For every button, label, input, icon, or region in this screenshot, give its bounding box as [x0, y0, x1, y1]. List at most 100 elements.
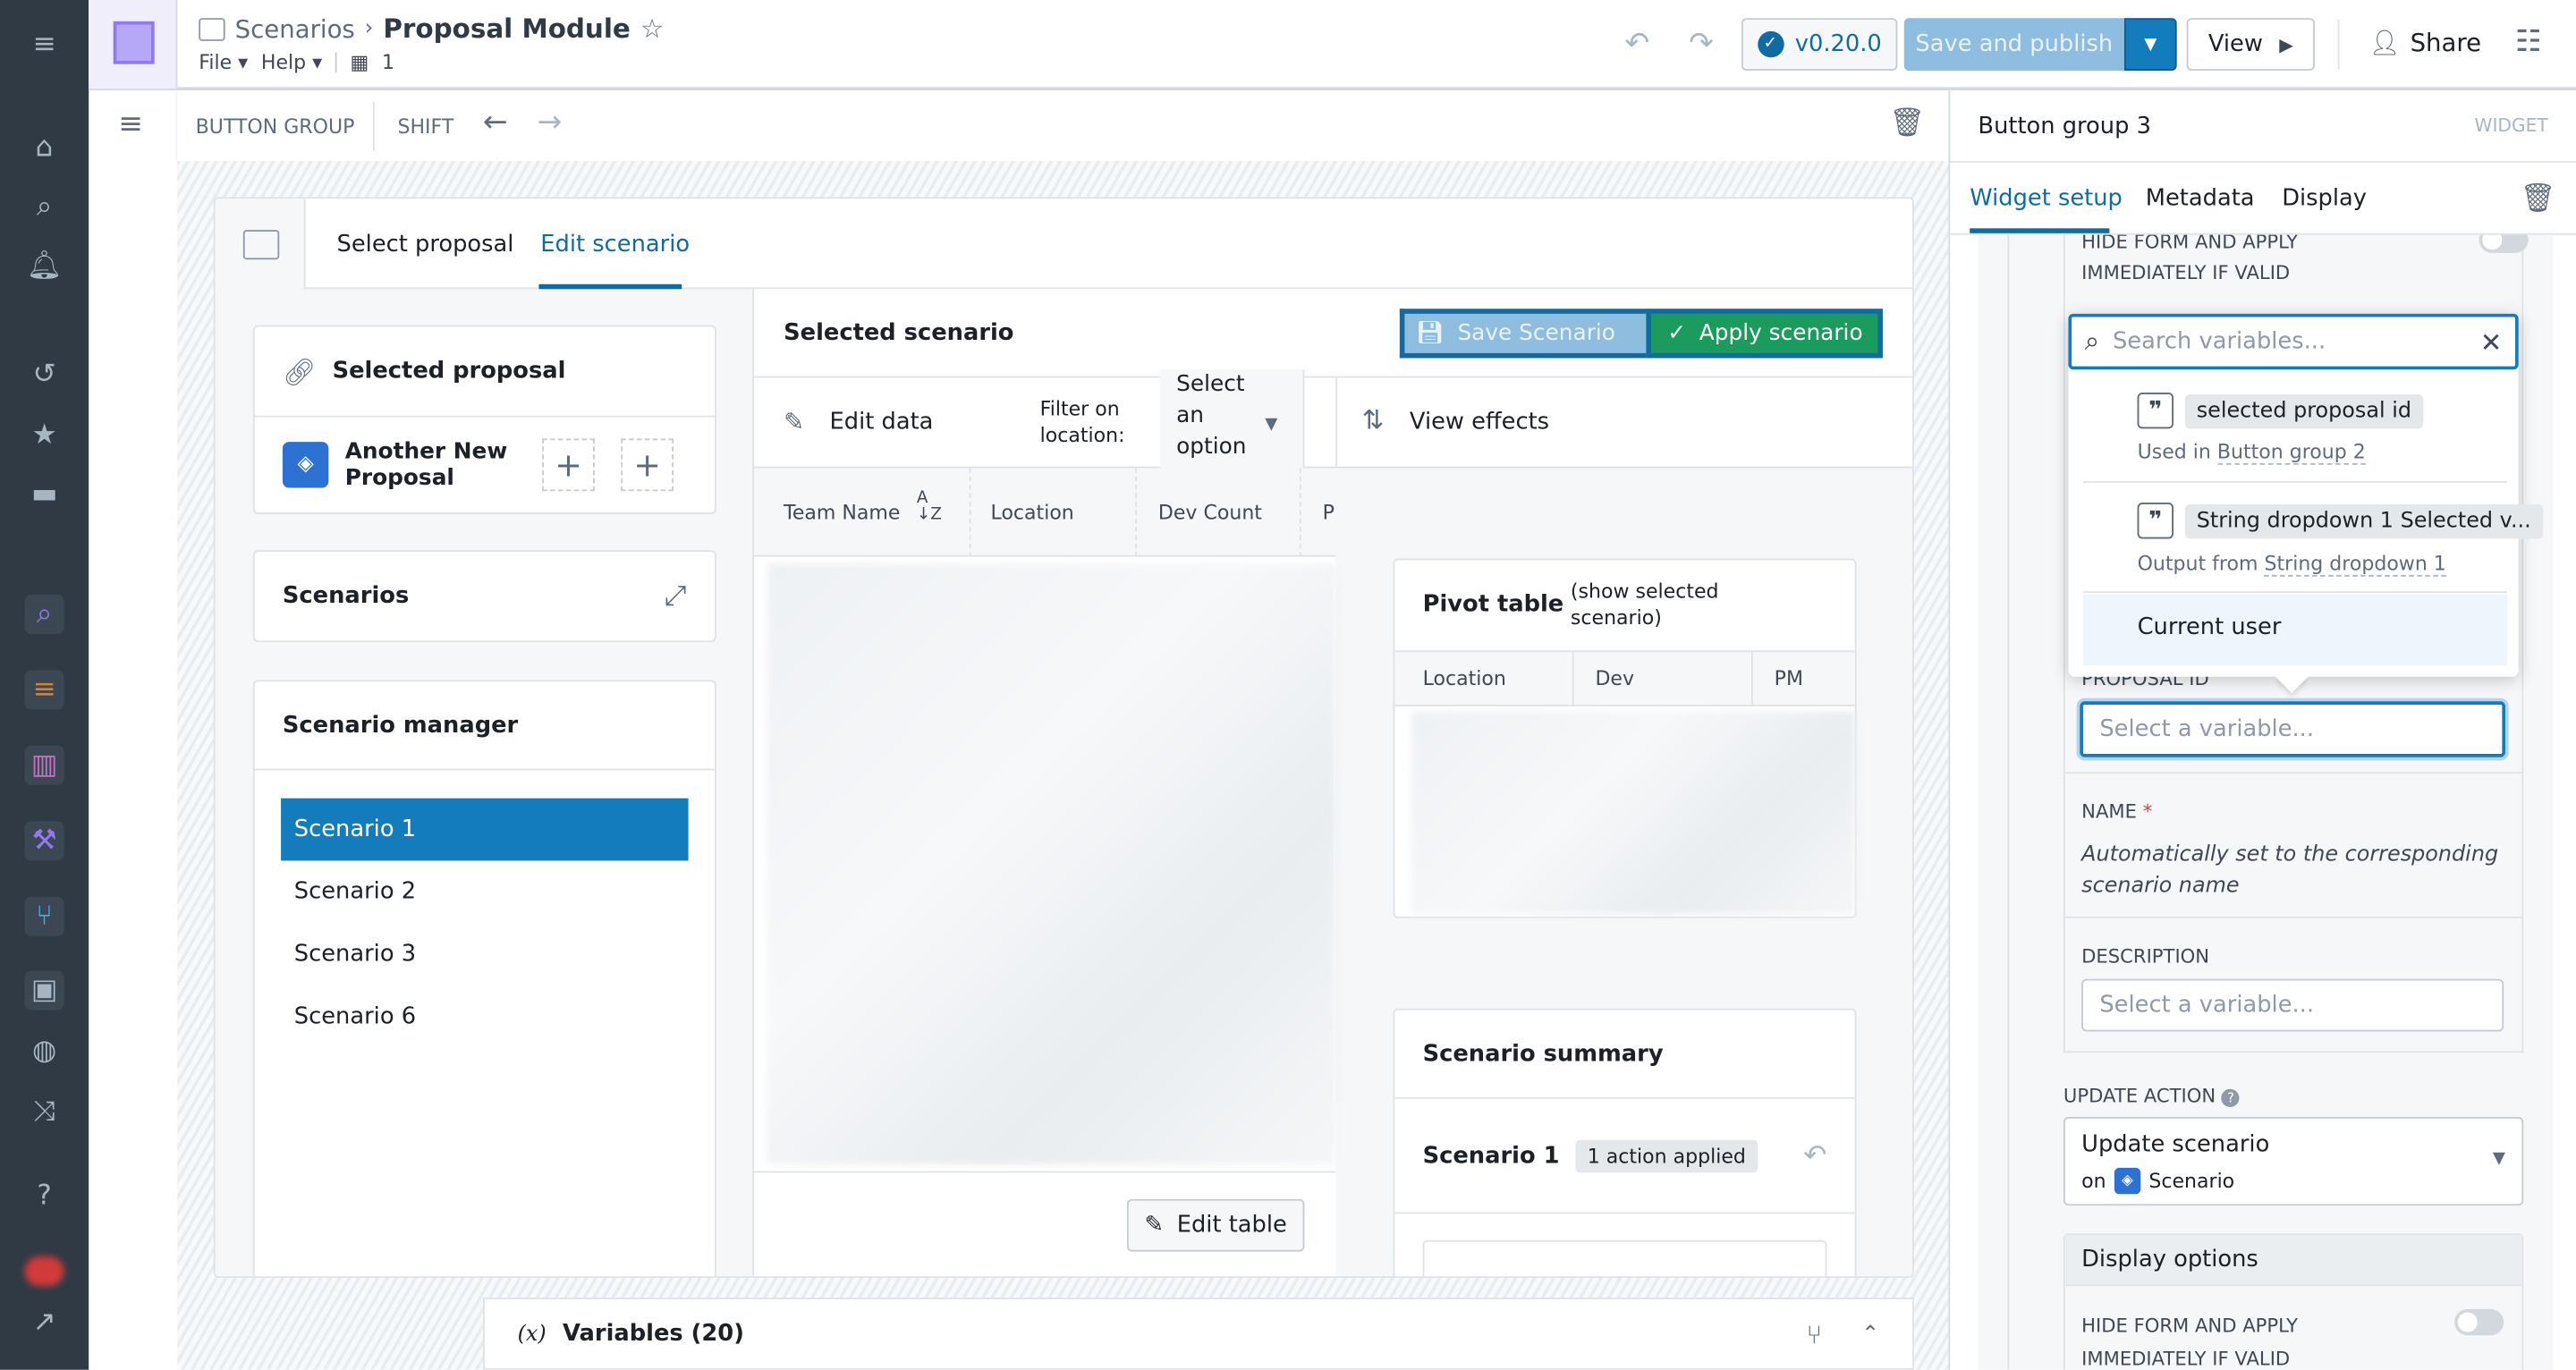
scenario-list-item[interactable]: Scenario 6 [281, 985, 689, 1048]
usage-link[interactable]: String dropdown 1 [2264, 552, 2446, 577]
hide-form-toggle[interactable] [2479, 234, 2529, 253]
display-options-header[interactable]: Display options [2064, 1235, 2522, 1287]
scenario-list-item[interactable]: Scenario 2 [281, 860, 689, 923]
history-icon[interactable]: ↺ [25, 355, 64, 394]
scenario-summary-title: Scenario summary [1422, 1041, 1664, 1068]
pivot-column-header[interactable]: PM [1775, 667, 1803, 690]
search-variables-input[interactable]: ⌕ Search variables... ✕ [2068, 313, 2519, 370]
app-search-icon[interactable]: ⌕ [24, 594, 64, 634]
building-count: 1 [382, 50, 395, 74]
shift-left-icon[interactable]: ← [483, 106, 508, 140]
redo-icon[interactable]: ↷ [1689, 26, 1714, 61]
tab-widget-setup[interactable]: Widget setup [1970, 186, 2123, 212]
variable-option-current-user[interactable]: Current user [2082, 594, 2507, 665]
column-header[interactable]: Location [991, 501, 1074, 524]
selected-scenario-title: Selected scenario [784, 320, 1014, 347]
variable-option[interactable]: ❞ selected proposal id Used in Button gro… [2082, 376, 2507, 483]
variable-icon: (x) [517, 1321, 547, 1347]
app-logo [89, 0, 178, 89]
pencil-icon: ✎ [784, 407, 805, 437]
view-button[interactable]: View ▶ [2186, 18, 2315, 71]
file-menu[interactable]: File ▾ [199, 51, 248, 74]
string-quote-icon: ❞ [2137, 503, 2174, 539]
delete-icon[interactable]: 🗑︎ [2521, 182, 2556, 216]
edit-table-label: Edit table [1176, 1212, 1287, 1239]
update-action-select[interactable]: Update scenario on ◈ Scenario ▼ [2063, 1116, 2524, 1206]
help-menu[interactable]: Help ▾ [261, 51, 322, 74]
description-input[interactable]: Select a variable... [2081, 978, 2504, 1032]
widget-toolbar: ≡ BUTTON GROUP SHIFT ← → 🗑︎ [118, 90, 1949, 161]
shift-right-icon[interactable]: → [538, 106, 563, 140]
help-icon[interactable]: ? [2221, 1088, 2241, 1107]
pivot-table-title: Pivot table [1422, 591, 1564, 618]
variable-option[interactable]: ❞ String dropdown 1 Selected v... Output … [2082, 486, 2543, 594]
update-action-label-text: UPDATE ACTION [2063, 1084, 2216, 1107]
column-header[interactable]: Dev Count [1158, 501, 1262, 524]
name-label: NAME * [2081, 799, 2152, 823]
update-action-label: UPDATE ACTION ? [2063, 1084, 2241, 1107]
save-scenario-button[interactable]: 💾︎ Save Scenario [1399, 309, 1647, 359]
add-button[interactable]: + [542, 438, 595, 492]
app-chart-icon[interactable]: ▥ [24, 745, 64, 785]
chevron-up-icon[interactable]: ⌃ [1861, 1322, 1879, 1347]
maximize-icon[interactable]: ⤢ [665, 579, 687, 613]
column-header[interactable]: Team Name [784, 501, 900, 524]
undo-icon[interactable]: ↶ [1625, 26, 1650, 61]
edit-table-button[interactable]: ✎ Edit table [1126, 1198, 1305, 1252]
variable-name: Current user [2137, 613, 2282, 641]
star-icon[interactable]: ★ [25, 416, 64, 455]
pivot-column-header[interactable]: Location [1423, 667, 1506, 690]
sort-az-icon[interactable]: A ↓Z [917, 490, 942, 524]
revert-icon[interactable]: ↶ [1803, 1139, 1826, 1172]
panel-toggle-icon[interactable]: ☷ [2515, 25, 2542, 60]
scenario-list-item[interactable]: Scenario 3 [281, 923, 689, 985]
proposal-id-input[interactable]: Select a variable... [2080, 701, 2506, 757]
scenario-manager-title: Scenario manager [282, 712, 519, 739]
help-icon[interactable]: ? [25, 1176, 64, 1215]
tab-metadata[interactable]: Metadata [2146, 186, 2255, 212]
hide-form-toggle[interactable] [2454, 1308, 2504, 1336]
version-button[interactable]: ✓ v0.20.0 [1741, 18, 1898, 71]
apply-scenario-button[interactable]: ✓ Apply scenario [1646, 309, 1883, 359]
expand-nav-icon[interactable]: ≡ [25, 25, 64, 64]
external-link-icon[interactable]: ↗ [25, 1303, 64, 1342]
publish-options-dropdown[interactable]: ▼ [2123, 18, 2177, 71]
collapse-sidebar-icon[interactable]: ≡ [118, 106, 143, 141]
building-icon: ▦ [350, 50, 369, 74]
add-button[interactable]: + [621, 438, 674, 492]
tab-select-proposal[interactable]: Select proposal [337, 232, 514, 258]
home-icon[interactable]: ⌂ [25, 128, 64, 167]
app-graph-icon[interactable]: ⑂ [24, 896, 64, 936]
save-and-publish-button[interactable]: Save and publish [1903, 18, 2124, 71]
app-hammer-icon[interactable]: ⚒ [24, 821, 64, 861]
share-button[interactable]: 👤︎ Share [2369, 28, 2482, 57]
apply-scenario-label: Apply scenario [1699, 320, 1863, 347]
app-layers-icon[interactable]: ≡ [24, 670, 64, 710]
globe-icon[interactable]: ◍ [25, 1031, 64, 1070]
close-icon[interactable]: ✕ [2480, 326, 2503, 358]
user-avatar[interactable] [24, 1256, 64, 1287]
folder-icon[interactable]: ▬ [25, 475, 64, 514]
variables-bar[interactable]: (x) Variables (20) ⑂ ⌃ [482, 1298, 1914, 1370]
play-icon: ▶ [2279, 33, 2293, 55]
column-header[interactable]: P [1323, 501, 1335, 524]
tab-display[interactable]: Display [2282, 186, 2367, 212]
tabs-widget: Select proposal Edit scenario 🔗︎ Selected… [213, 197, 1914, 1278]
pivot-column-header[interactable]: Dev [1595, 667, 1634, 690]
notifications-icon[interactable]: 🔔︎ [25, 247, 64, 286]
app-code-icon[interactable]: ▣ [24, 970, 64, 1011]
update-action-value: Update scenario [2081, 1131, 2270, 1158]
scenario-list-item-selected[interactable]: Scenario 1 [281, 798, 689, 861]
search-icon[interactable]: ⌕ [25, 187, 64, 226]
shuffle-icon[interactable]: ⤨ [25, 1092, 64, 1131]
breadcrumb-parent[interactable]: Scenarios [235, 14, 355, 44]
star-icon[interactable]: ☆ [640, 13, 664, 45]
variables-label: Variables (20) [563, 1320, 744, 1348]
delete-widget-icon[interactable]: 🗑︎ [1889, 106, 1925, 140]
tab-edit-scenario[interactable]: Edit scenario [540, 232, 690, 258]
location-filter-select[interactable]: Select an option ▼ [1159, 369, 1305, 469]
table-header: Team Name A ↓Z Location Dev Count P [754, 468, 1336, 557]
proposal-name: Another New Proposal [344, 438, 508, 492]
graph-icon[interactable]: ⑂ [1806, 1318, 1822, 1349]
usage-link[interactable]: Button group 2 [2216, 440, 2366, 465]
